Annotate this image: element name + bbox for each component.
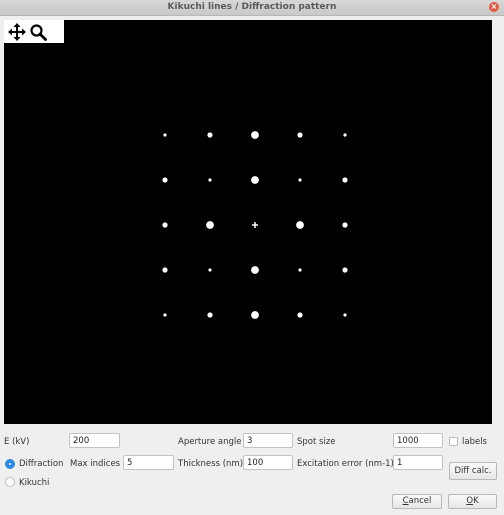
kikuchi-radio-label: Kikuchi bbox=[19, 478, 50, 488]
diffraction-spot bbox=[162, 267, 168, 273]
cancel-button[interactable]: Cancel bbox=[392, 494, 442, 509]
diffraction-radio-label: Diffraction bbox=[19, 459, 64, 469]
diffraction-spot bbox=[163, 133, 167, 137]
spot-size-label: Spot size bbox=[297, 437, 336, 447]
diffraction-spot bbox=[162, 177, 168, 183]
ok-button[interactable]: OK bbox=[448, 494, 497, 509]
kikuchi-radio[interactable] bbox=[5, 477, 15, 487]
pan-icon[interactable] bbox=[8, 23, 26, 41]
max-indices-label: Max indices bbox=[70, 459, 121, 469]
diffraction-spot bbox=[343, 133, 347, 137]
window-title: Kikuchi lines / Diffraction pattern bbox=[167, 2, 337, 12]
excitation-error-input[interactable] bbox=[393, 455, 443, 470]
spot-size-input[interactable] bbox=[393, 433, 443, 448]
diffraction-spot bbox=[207, 312, 213, 318]
diffraction-spot bbox=[206, 221, 214, 229]
diffraction-spot bbox=[251, 176, 259, 184]
aperture-input[interactable] bbox=[243, 433, 293, 448]
labels-checkbox-label: labels bbox=[462, 437, 487, 447]
thickness-input[interactable] bbox=[243, 455, 293, 470]
max-indices-input[interactable] bbox=[123, 455, 174, 470]
diffraction-spot bbox=[297, 132, 303, 138]
diffraction-spot bbox=[251, 266, 259, 274]
plot-toolbar bbox=[4, 20, 64, 43]
diffraction-spot bbox=[342, 222, 348, 228]
zoom-icon[interactable] bbox=[29, 23, 47, 41]
ok-label-rest: K bbox=[473, 496, 479, 506]
diff-calc-button[interactable]: Diff calc. bbox=[449, 462, 497, 480]
diffraction-canvas[interactable] bbox=[4, 20, 492, 424]
central-beam-spot bbox=[252, 222, 258, 228]
diffraction-spot bbox=[251, 131, 259, 139]
diffraction-spot bbox=[298, 268, 302, 272]
thickness-label: Thickness (nm) bbox=[178, 459, 244, 469]
diffraction-radio[interactable] bbox=[5, 459, 15, 469]
energy-label: E (kV) bbox=[4, 437, 30, 447]
cancel-label-rest: ancel bbox=[408, 496, 432, 506]
aperture-label: Aperture angle bbox=[178, 437, 242, 447]
diffraction-spot bbox=[342, 177, 348, 183]
excitation-error-label: Excitation error (nm-1) bbox=[297, 459, 394, 469]
diffraction-spot bbox=[296, 221, 304, 229]
diffraction-spot bbox=[297, 312, 303, 318]
diffraction-pattern bbox=[162, 131, 348, 319]
labels-checkbox[interactable] bbox=[449, 437, 458, 446]
title-bar: Kikuchi lines / Diffraction pattern × bbox=[0, 0, 504, 16]
diffraction-spot bbox=[207, 132, 213, 138]
diffraction-spot bbox=[343, 313, 347, 317]
diffraction-spot bbox=[298, 178, 302, 182]
diffraction-spot bbox=[342, 267, 348, 273]
energy-input[interactable] bbox=[69, 433, 120, 448]
diffraction-spot bbox=[163, 313, 167, 317]
diffraction-spot bbox=[251, 311, 259, 319]
diffraction-spot bbox=[162, 222, 168, 228]
diffraction-spot bbox=[208, 268, 212, 272]
close-icon[interactable]: × bbox=[489, 2, 499, 12]
diffraction-spot bbox=[208, 178, 212, 182]
